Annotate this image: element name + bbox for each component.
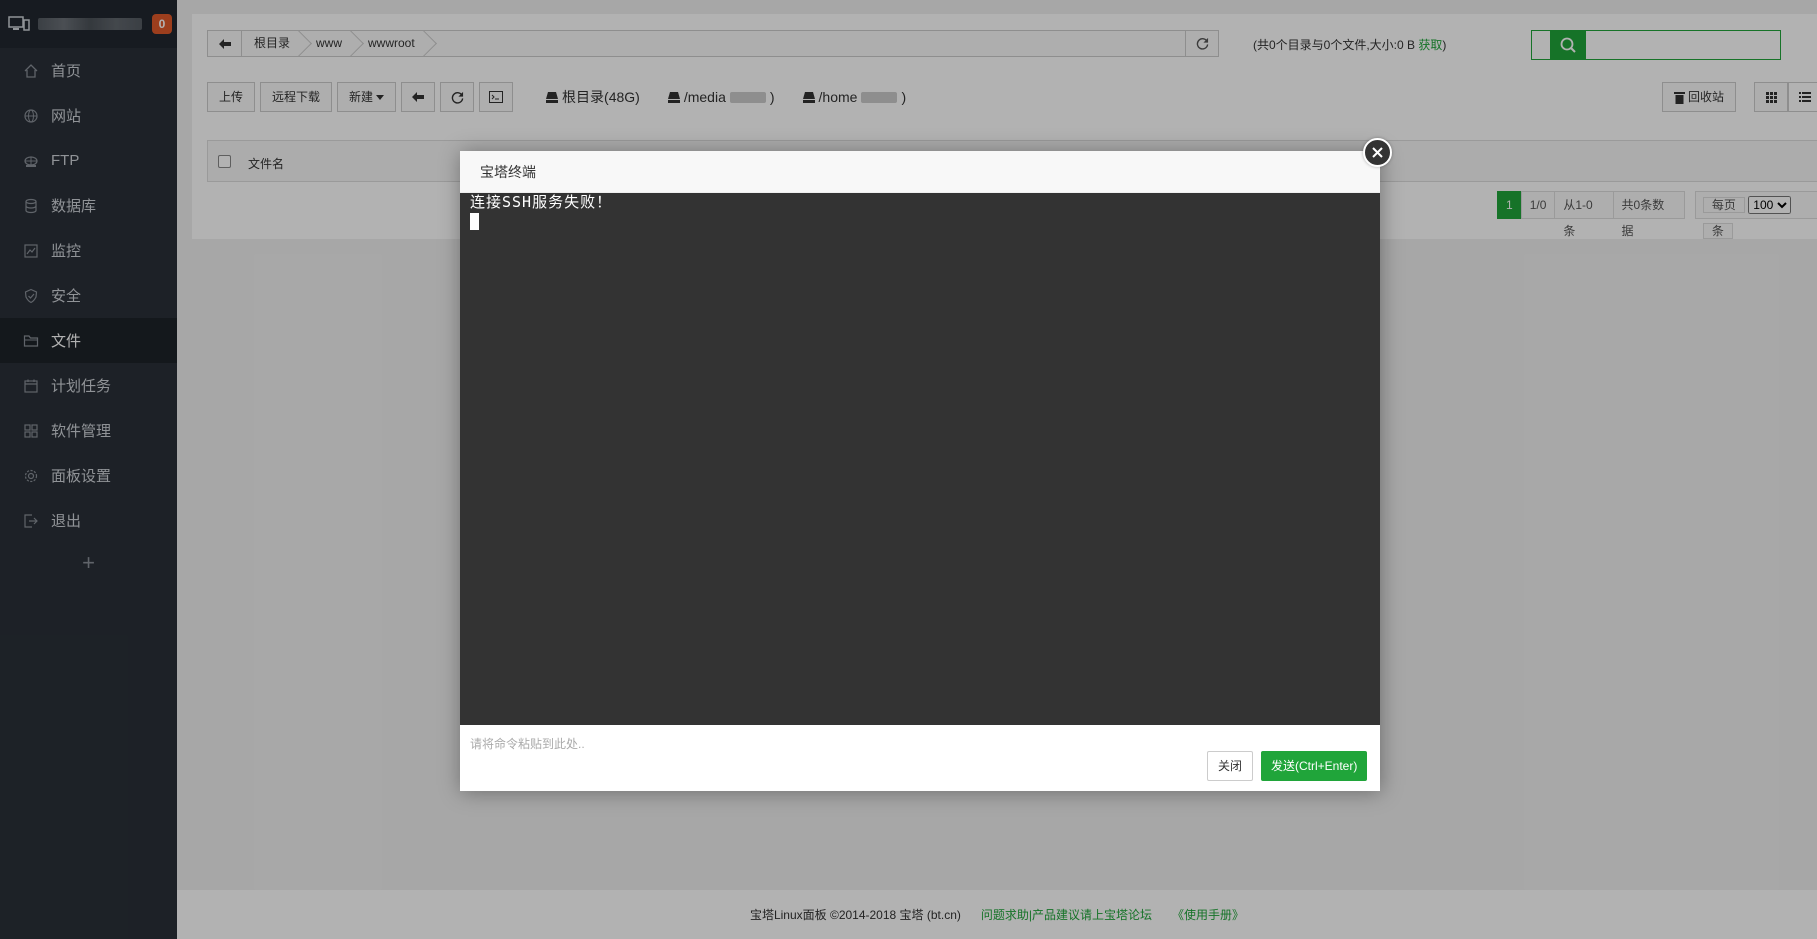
command-paste-input[interactable] (470, 733, 1170, 755)
terminal-output-line: 连接SSH服务失败！ (470, 193, 613, 211)
close-icon (1372, 147, 1383, 158)
terminal-dialog: 宝塔终端 连接SSH服务失败！ 关闭 发送(Ctrl+Enter) (460, 151, 1380, 791)
terminal-cursor-line (470, 213, 1370, 233)
terminal-screen[interactable]: 连接SSH服务失败！ (460, 193, 1380, 725)
dialog-close-button[interactable]: 关闭 (1207, 751, 1254, 781)
terminal-cursor (470, 213, 479, 230)
dialog-title: 宝塔终端 (460, 151, 1380, 193)
dialog-x-close-button[interactable] (1363, 138, 1392, 167)
send-command-button[interactable]: 发送(Ctrl+Enter) (1261, 751, 1368, 781)
